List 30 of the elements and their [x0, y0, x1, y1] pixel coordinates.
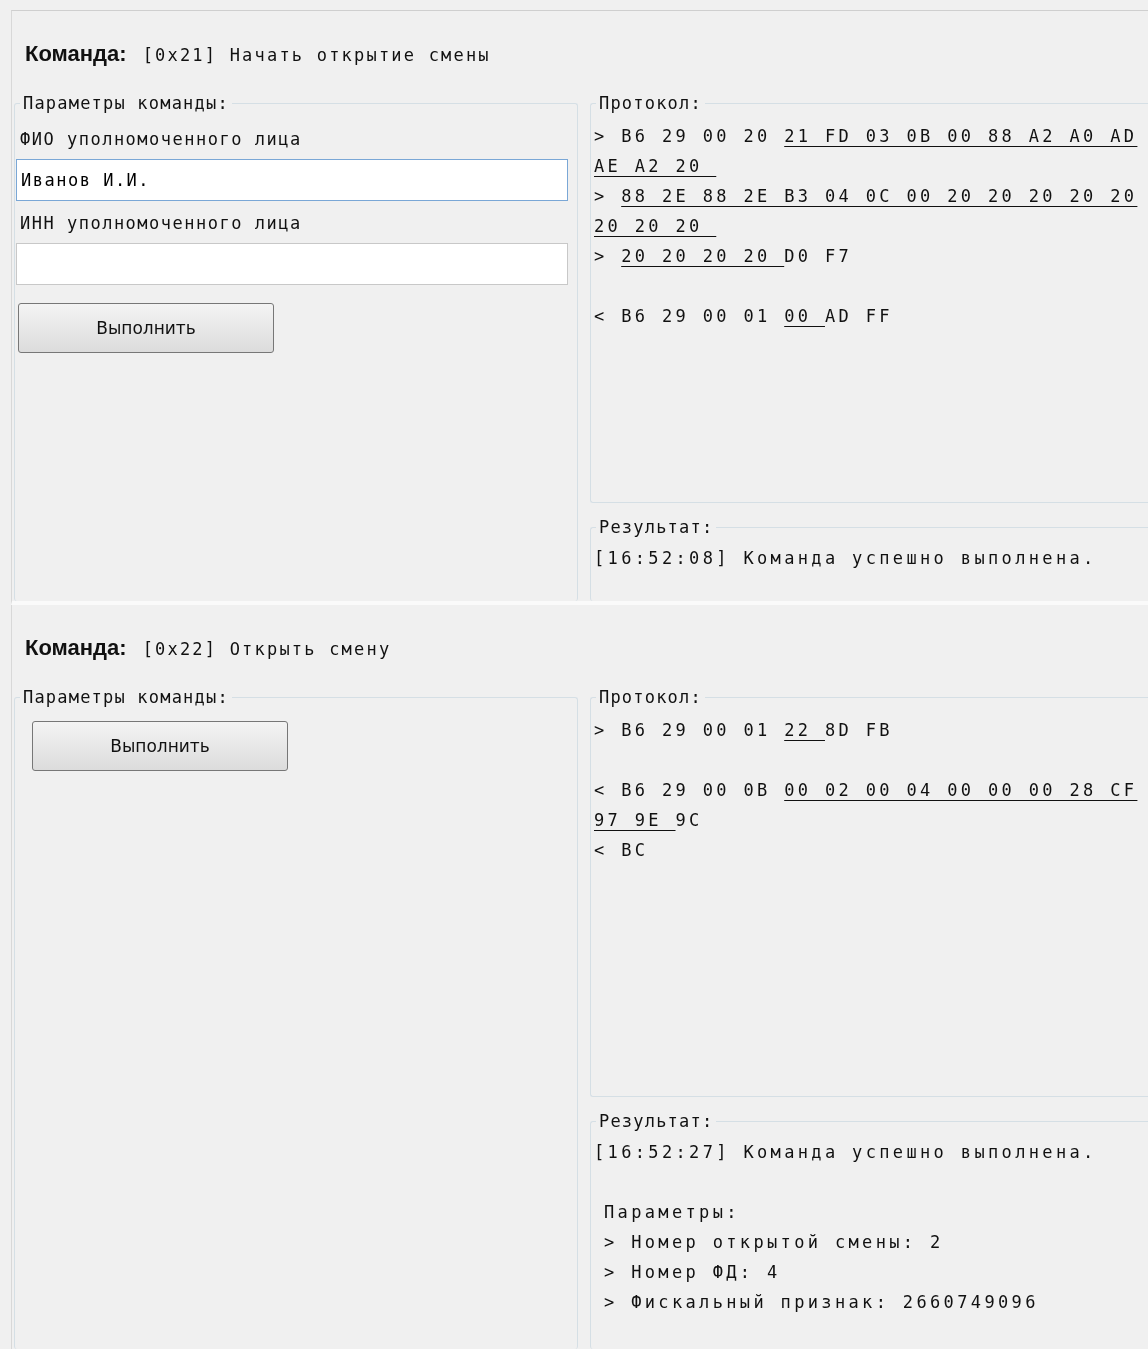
command-label: Команда:: [25, 635, 127, 661]
group-title: Параметры команды:: [22, 93, 230, 113]
protocol-line: 97 9E 9C: [594, 809, 704, 832]
group-title: Результат:: [598, 1111, 715, 1131]
result-line: > Фискальный признак: 2660749096: [603, 1291, 1040, 1314]
protocol-line: < B6 29 00 0B 00 02 00 04 00 00 00 28 CF: [594, 779, 1139, 802]
field-label: ИНН уполномоченного лица: [20, 212, 303, 235]
protocol-line: < B6 29 00 01 00 AD FF: [594, 305, 894, 328]
protocol-line: 20 20 20: [594, 215, 704, 238]
group-title: Протокол:: [598, 93, 703, 113]
group-title: Протокол:: [598, 687, 703, 707]
text-input[interactable]: [16, 243, 568, 285]
command-title: [0x22] Открыть смену: [142, 639, 392, 659]
run-button[interactable]: Выполнить: [32, 721, 288, 771]
group-title: Результат:: [598, 517, 715, 537]
protocol-line: > B6 29 00 01 22 8D FB: [594, 719, 894, 742]
result-line: Параметры:: [603, 1201, 741, 1224]
command-label: Команда:: [25, 41, 127, 67]
field-label: ФИО уполномоченного лица: [20, 128, 303, 151]
group-title: Параметры команды:: [22, 687, 230, 707]
text-input[interactable]: Иванов И.И.: [16, 159, 568, 201]
result-line: > Номер ФД: 4: [603, 1261, 782, 1284]
run-button[interactable]: Выполнить: [18, 303, 274, 353]
protocol-line: AE A2 20: [594, 155, 704, 178]
result-line: [16:52:08] Команда успешно выполнена.: [594, 547, 1098, 570]
result-line: [16:52:27] Команда успешно выполнена.: [594, 1141, 1098, 1164]
result-line: > Номер открытой смены: 2: [603, 1231, 945, 1254]
command-title: [0x21] Начать открытие смены: [142, 45, 491, 65]
protocol-line: < BC: [594, 839, 650, 862]
protocol-line: > B6 29 00 20 21 FD 03 0B 00 88 A2 A0 AD: [594, 125, 1139, 148]
